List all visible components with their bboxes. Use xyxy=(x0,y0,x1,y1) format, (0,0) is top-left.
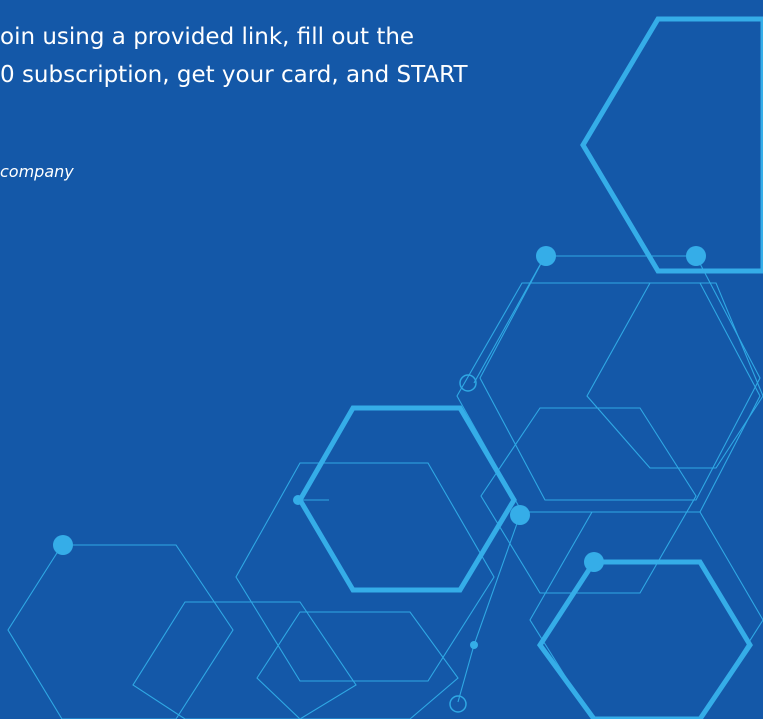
network-node xyxy=(53,535,73,555)
hexagon-outline xyxy=(7,544,234,719)
network-node xyxy=(470,641,478,649)
network-node xyxy=(686,246,706,266)
hexagon-outline xyxy=(479,255,761,501)
network-node xyxy=(510,505,530,525)
hexagon-network-decoration xyxy=(7,16,763,719)
hexagon-outline-bold xyxy=(536,559,753,719)
network-ring-node xyxy=(449,695,467,713)
hexagon-outline xyxy=(132,601,357,719)
network-node xyxy=(584,552,604,572)
hexagon-outline xyxy=(256,611,459,719)
network-node xyxy=(536,246,556,266)
connector-line xyxy=(473,514,521,646)
body-paragraph: oin using a provided link, fill out the … xyxy=(0,18,640,94)
slide-canvas: oin using a provided link, fill out the … xyxy=(0,0,763,719)
hexagon-outline xyxy=(235,462,495,682)
hexagon-outline xyxy=(529,511,763,719)
attribution-text: company xyxy=(0,162,74,181)
connector-line xyxy=(457,644,475,703)
body-line: oin using a provided link, fill out the xyxy=(0,24,415,50)
connector-line xyxy=(473,255,546,384)
network-node xyxy=(293,495,303,505)
hexagon-outline-bold xyxy=(297,405,517,593)
body-line: 0 subscription, get your card, and START xyxy=(0,62,468,88)
